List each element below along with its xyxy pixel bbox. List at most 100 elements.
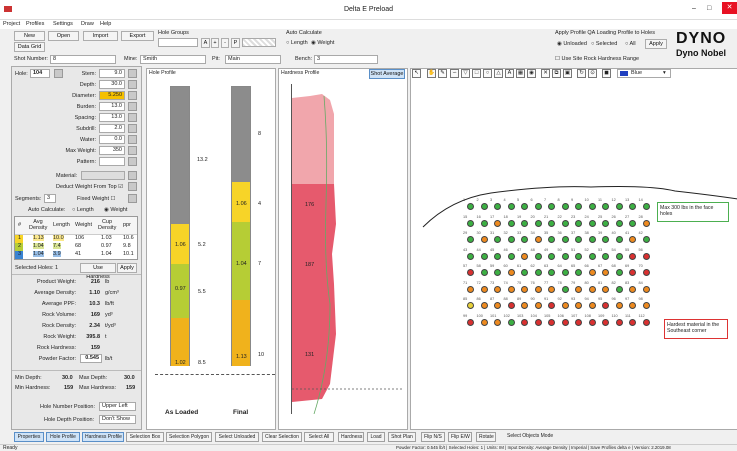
menu-draw[interactable]: Draw (81, 20, 94, 28)
blast-hole[interactable] (629, 203, 636, 210)
pit-select[interactable]: Main (225, 55, 281, 64)
blast-hole[interactable] (615, 252, 623, 260)
menu-project[interactable]: Project (3, 20, 20, 28)
material-color-swatch[interactable] (128, 171, 137, 180)
segment-row[interactable]: 2 1.04 7.4 68 0.97 9.8 (15, 243, 137, 251)
import-button[interactable]: Import (83, 31, 118, 41)
refresh-icon[interactable]: ↻ (577, 69, 586, 78)
hole-weight-radio[interactable]: ◉ Weight (104, 206, 127, 214)
blast-hole[interactable] (494, 285, 501, 293)
pan-icon[interactable]: ✋ (427, 69, 436, 78)
blast-hole[interactable] (575, 318, 582, 326)
blast-hole[interactable] (642, 203, 650, 210)
blast-hole[interactable] (602, 269, 609, 276)
close-button[interactable]: ✕ (722, 2, 737, 14)
material-select[interactable] (81, 171, 125, 180)
deduct-swatch[interactable] (128, 182, 137, 191)
blast-hole[interactable] (494, 269, 501, 276)
auto-calc-weight-radio[interactable]: ◉ Weight (311, 39, 334, 47)
blast-hole[interactable] (602, 236, 609, 243)
blast-hole[interactable] (494, 219, 501, 227)
field-swatch[interactable] (128, 135, 137, 144)
blast-hole[interactable] (521, 203, 528, 210)
menu-settings[interactable]: Settings (53, 20, 73, 28)
blast-hole[interactable] (548, 219, 555, 227)
blast-hole[interactable] (588, 318, 596, 326)
blast-hole[interactable] (480, 252, 488, 260)
blast-hole[interactable] (521, 236, 528, 243)
blast-hole[interactable] (548, 203, 555, 210)
blast-hole[interactable] (534, 285, 542, 293)
group-add-plus-button[interactable]: + (211, 38, 219, 48)
blast-hole[interactable] (521, 252, 528, 260)
tab-select-unloaded[interactable]: Select Unloaded (215, 432, 259, 442)
blast-hole[interactable] (642, 236, 650, 243)
blast-hole[interactable] (588, 302, 596, 309)
stat-value[interactable]: 0.545 (80, 354, 102, 363)
record-icon[interactable]: ⊙ (588, 69, 597, 78)
rectangle-icon[interactable]: □ (472, 69, 481, 78)
menu-help[interactable]: Help (100, 20, 111, 28)
blast-hole[interactable] (575, 285, 582, 293)
blast-hole[interactable] (521, 318, 528, 326)
blast-hole[interactable] (467, 219, 474, 227)
blast-hole[interactable] (480, 285, 488, 293)
blast-hole[interactable] (615, 285, 623, 293)
paste-icon[interactable]: ▣ (563, 69, 572, 78)
field-swatch[interactable] (128, 91, 137, 100)
blast-hole[interactable] (629, 318, 636, 326)
group-edit-button[interactable]: P (231, 38, 240, 48)
blast-hole[interactable] (602, 318, 609, 326)
blast-hole[interactable] (507, 203, 515, 210)
blast-hole[interactable] (561, 203, 569, 210)
blast-hole[interactable] (494, 318, 501, 326)
blast-hole[interactable] (561, 285, 569, 293)
tab-hole-profile[interactable]: Hole Profile (46, 432, 80, 442)
field-swatch[interactable] (128, 157, 137, 166)
field-input[interactable]: 13.0 (99, 102, 125, 111)
annotation-face-holes[interactable]: Max 300 lbs in the face holes (657, 202, 729, 222)
blast-hole[interactable] (480, 302, 488, 309)
hole-depth-position-select[interactable]: Don't Show (99, 415, 136, 424)
selected-apply-button[interactable]: Apply (117, 263, 137, 273)
blast-hole[interactable] (588, 219, 596, 227)
blast-hole[interactable] (575, 252, 582, 260)
minimize-button[interactable]: – (692, 5, 696, 12)
blast-hole[interactable] (561, 252, 569, 260)
field-input[interactable]: 350 (99, 146, 125, 155)
blast-hole[interactable] (548, 252, 555, 260)
fixed-weight-swatch[interactable] (128, 194, 137, 203)
tab-hardness[interactable]: Hardness (338, 432, 364, 442)
color-select[interactable]: Blue ▾ (617, 69, 671, 78)
blast-hole[interactable] (467, 236, 474, 243)
blast-hole[interactable] (575, 269, 582, 276)
blast-hole[interactable] (507, 285, 515, 293)
blast-hole[interactable] (642, 318, 650, 326)
field-swatch[interactable] (128, 113, 137, 122)
blast-hole[interactable] (480, 219, 488, 227)
tab-shot-plan[interactable]: Shot Plan (388, 432, 416, 442)
blast-hole[interactable] (467, 269, 474, 276)
pencil-icon[interactable]: ✎ (438, 69, 447, 78)
field-swatch[interactable] (128, 80, 137, 89)
apply-all-radio[interactable]: ○ All (625, 40, 636, 48)
blast-hole[interactable] (561, 318, 569, 326)
blast-hole[interactable] (602, 203, 609, 210)
ellipse-icon[interactable]: ○ (483, 69, 492, 78)
field-swatch[interactable] (128, 124, 137, 133)
blast-hole[interactable] (467, 203, 474, 210)
triangle-icon[interactable]: △ (494, 69, 503, 78)
blast-hole[interactable] (642, 252, 650, 260)
blast-hole[interactable] (534, 203, 542, 210)
hole-number-position-select[interactable]: Upper Left (99, 402, 136, 411)
blast-hole[interactable] (629, 285, 636, 293)
auto-calc-length-radio[interactable]: ○ Length (286, 39, 308, 47)
blast-hole[interactable] (615, 203, 623, 210)
blast-hole[interactable] (534, 318, 542, 326)
field-input[interactable]: 0.0 (99, 135, 125, 144)
blast-hole[interactable] (467, 302, 474, 309)
tab-properties[interactable]: Properties (14, 432, 44, 442)
blast-hole[interactable] (548, 285, 555, 293)
blast-hole[interactable] (629, 219, 636, 227)
apply-selected-radio[interactable]: ○ Selected (591, 40, 617, 48)
